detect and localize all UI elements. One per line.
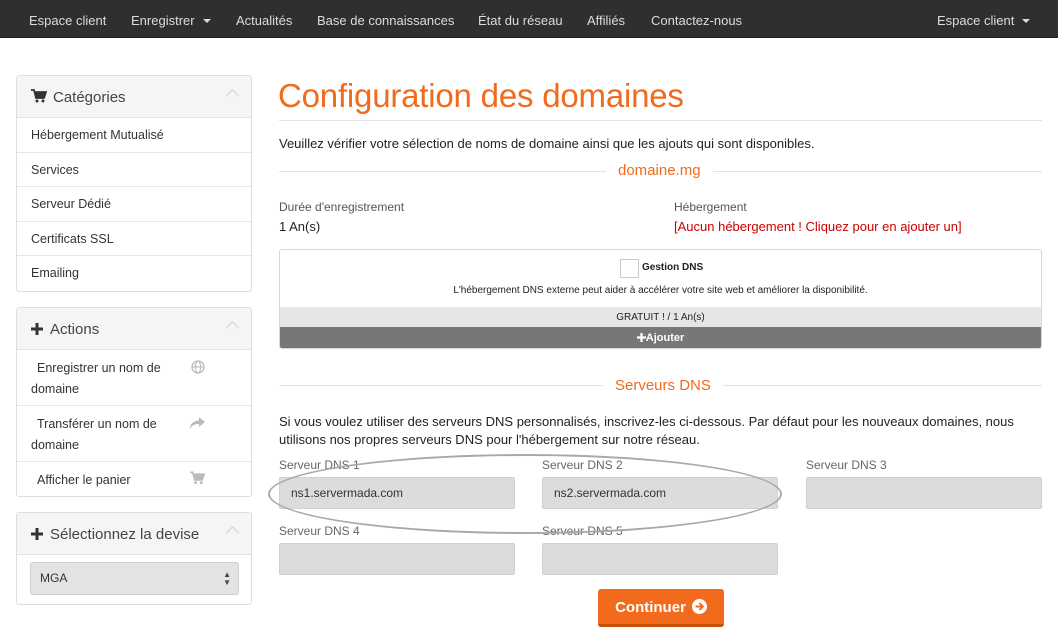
actions-panel-header[interactable]: Actions xyxy=(17,308,251,350)
nav-register-label: Enregistrer xyxy=(131,13,195,28)
currency-title: Sélectionnez la devise xyxy=(50,526,200,543)
nav-affiliates[interactable]: Affiliés xyxy=(587,0,625,38)
currency-select[interactable]: MGA ▲ ▼ xyxy=(30,562,239,595)
chevron-up-icon[interactable] xyxy=(226,89,239,102)
ns1-label: Serveur DNS 1 xyxy=(279,458,360,472)
arrow-right-circle-icon xyxy=(691,598,707,614)
dns-management-checkbox[interactable] xyxy=(620,259,639,278)
nav-contact[interactable]: Contactez-nous xyxy=(651,0,742,38)
category-item[interactable]: Certificats SSL xyxy=(17,222,251,256)
top-navbar: Espace client Enregistrer Actualités Bas… xyxy=(0,0,1058,38)
reg-period-label: Durée d'enregistrement xyxy=(279,200,405,214)
ns2-input[interactable]: ns2.servermada.com xyxy=(542,477,778,509)
action-view-cart[interactable]: Afficher le panier xyxy=(17,462,251,496)
nav-news[interactable]: Actualités xyxy=(236,0,292,38)
categories-panel: Catégories Hébergement Mutualisé Service… xyxy=(16,75,252,292)
dns-section-title: Serveurs DNS xyxy=(603,377,723,394)
nav-account-dropdown[interactable]: Espace client xyxy=(937,0,1031,38)
ns4-label: Serveur DNS 4 xyxy=(279,524,360,538)
globe-icon xyxy=(191,360,205,381)
continue-button[interactable]: Continuer xyxy=(598,589,724,627)
action-register-domain[interactable]: Enregistrer un nom de domaine xyxy=(17,350,251,406)
ns5-label: Serveur DNS 5 xyxy=(542,524,623,538)
chevron-up-icon[interactable] xyxy=(226,526,239,539)
dns-addon-price: GRATUIT ! / 1 An(s) xyxy=(280,307,1041,327)
share-arrow-icon xyxy=(190,416,205,437)
category-item[interactable]: Services xyxy=(17,153,251,187)
intro-text: Veuillez vérifier votre sélection de nom… xyxy=(279,136,815,151)
action-label: Enregistrer un nom de domaine xyxy=(31,361,161,396)
title-divider xyxy=(279,120,1042,121)
continue-label: Continuer xyxy=(615,599,686,616)
nav-network-status[interactable]: État du réseau xyxy=(478,0,563,38)
action-label: Transférer un nom de domaine xyxy=(31,417,157,452)
ns3-label: Serveur DNS 3 xyxy=(806,458,887,472)
chevron-up-icon[interactable] xyxy=(226,321,239,334)
nav-client-area[interactable]: Espace client xyxy=(29,0,106,38)
chevron-down-icon xyxy=(1022,18,1031,23)
select-arrows-icon: ▲ ▼ xyxy=(223,570,231,587)
ns1-input[interactable]: ns1.servermada.com xyxy=(279,477,515,509)
currency-panel-header[interactable]: Sélectionnez la devise xyxy=(17,513,251,555)
plus-icon xyxy=(31,526,43,545)
plus-icon xyxy=(31,321,43,340)
domain-name-heading: domaine.mg xyxy=(606,162,713,179)
categories-title: Catégories xyxy=(53,89,126,106)
currency-selected-value: MGA xyxy=(40,571,68,585)
ns5-input[interactable] xyxy=(542,543,778,575)
dns-help-text: Si vous voulez utiliser des serveurs DNS… xyxy=(279,414,1014,447)
dns-management-label[interactable]: Gestion DNS xyxy=(642,262,703,273)
nav-account-label: Espace client xyxy=(937,13,1015,28)
category-item[interactable]: Emailing xyxy=(17,256,251,291)
add-addon-button[interactable]: Ajouter xyxy=(280,327,1041,348)
action-transfer-domain[interactable]: Transférer un nom de domaine xyxy=(17,406,251,462)
category-item[interactable]: Serveur Dédié xyxy=(17,187,251,222)
chevron-down-icon xyxy=(202,18,211,23)
plus-icon xyxy=(636,332,646,344)
add-hosting-link[interactable]: [Aucun hébergement ! Cliquez pour en ajo… xyxy=(674,219,962,234)
category-item[interactable]: Hébergement Mutualisé xyxy=(17,118,251,153)
ns3-input[interactable] xyxy=(806,477,1042,509)
actions-panel: Actions Enregistrer un nom de domaine Tr… xyxy=(16,307,252,497)
cart-icon xyxy=(31,89,48,108)
action-label: Afficher le panier xyxy=(37,473,131,487)
categories-panel-header[interactable]: Catégories xyxy=(17,76,251,118)
dns-addon-description: L'hébergement DNS externe peut aider à a… xyxy=(453,285,868,296)
ns4-input[interactable] xyxy=(279,543,515,575)
nav-register-dropdown[interactable]: Enregistrer xyxy=(131,0,211,38)
reg-period-value: 1 An(s) xyxy=(279,219,321,234)
page-title: Configuration des domaines xyxy=(278,77,684,114)
add-addon-label: Ajouter xyxy=(645,332,685,344)
currency-panel: Sélectionnez la devise MGA ▲ ▼ xyxy=(16,512,252,605)
ns2-label: Serveur DNS 2 xyxy=(542,458,623,472)
hosting-label: Hébergement xyxy=(674,200,747,214)
cart-icon xyxy=(190,471,206,492)
actions-title: Actions xyxy=(50,321,100,338)
dns-addon-box: Gestion DNS L'hébergement DNS externe pe… xyxy=(279,249,1042,349)
nav-knowledgebase[interactable]: Base de connaissances xyxy=(317,0,454,38)
